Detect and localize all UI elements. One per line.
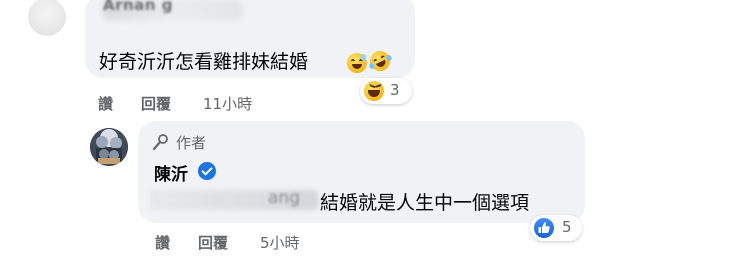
mention-fragment: ang: [268, 188, 300, 208]
comment-author-name[interactable]: Arnan g: [103, 0, 173, 14]
like-reaction-summary[interactable]: 5: [530, 215, 582, 241]
thumbs-up-icon: [538, 222, 550, 233]
like-count: 5: [562, 218, 572, 236]
like-link[interactable]: 讚: [98, 93, 113, 114]
reply-text: 結婚就是人生中一個選項: [320, 192, 530, 214]
like-link[interactable]: 讚: [155, 232, 170, 253]
microphone-icon: [152, 134, 168, 151]
reply-author-name[interactable]: 陳沂: [154, 160, 188, 185]
avatar-image: [90, 128, 128, 166]
verified-badge-icon: [198, 162, 216, 180]
comment-text: 好奇沂沂怎看雞排妹結婚: [99, 51, 309, 73]
reply-link[interactable]: 回覆: [198, 232, 228, 253]
reaction-summary[interactable]: 3: [360, 78, 412, 104]
reaction-count: 3: [390, 81, 400, 99]
author-avatar[interactable]: [90, 128, 128, 166]
grinning-sweat-emoji-icon: [347, 53, 367, 73]
timestamp-link[interactable]: 5小時: [260, 232, 300, 253]
author-tag-label: 作者: [176, 134, 207, 152]
laughing-reaction-icon: [364, 81, 384, 101]
timestamp-link[interactable]: 11小時: [203, 93, 252, 114]
like-reaction-icon: [534, 218, 554, 238]
commenter-avatar[interactable]: [28, 0, 66, 36]
reply-link[interactable]: 回覆: [141, 93, 171, 114]
